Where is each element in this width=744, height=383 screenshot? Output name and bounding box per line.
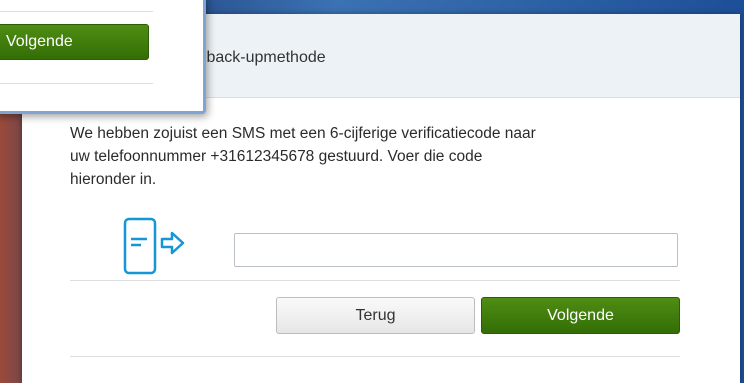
overlapping-popup: Volgende: [0, 0, 206, 114]
divider: [70, 280, 680, 281]
popup-divider: [0, 11, 153, 12]
popup-next-button[interactable]: Volgende: [0, 24, 149, 60]
dialog-title: s back-upmethode: [194, 49, 326, 66]
divider: [70, 356, 680, 357]
phone-sms-arrow-icon: [123, 217, 185, 275]
verification-code-input[interactable]: [234, 233, 678, 267]
popup-divider: [0, 83, 153, 84]
next-button[interactable]: Volgende: [481, 297, 680, 334]
back-button[interactable]: Terug: [276, 297, 475, 334]
sms-instruction-text: We hebben zojuist een SMS met een 6-cijf…: [70, 125, 536, 188]
